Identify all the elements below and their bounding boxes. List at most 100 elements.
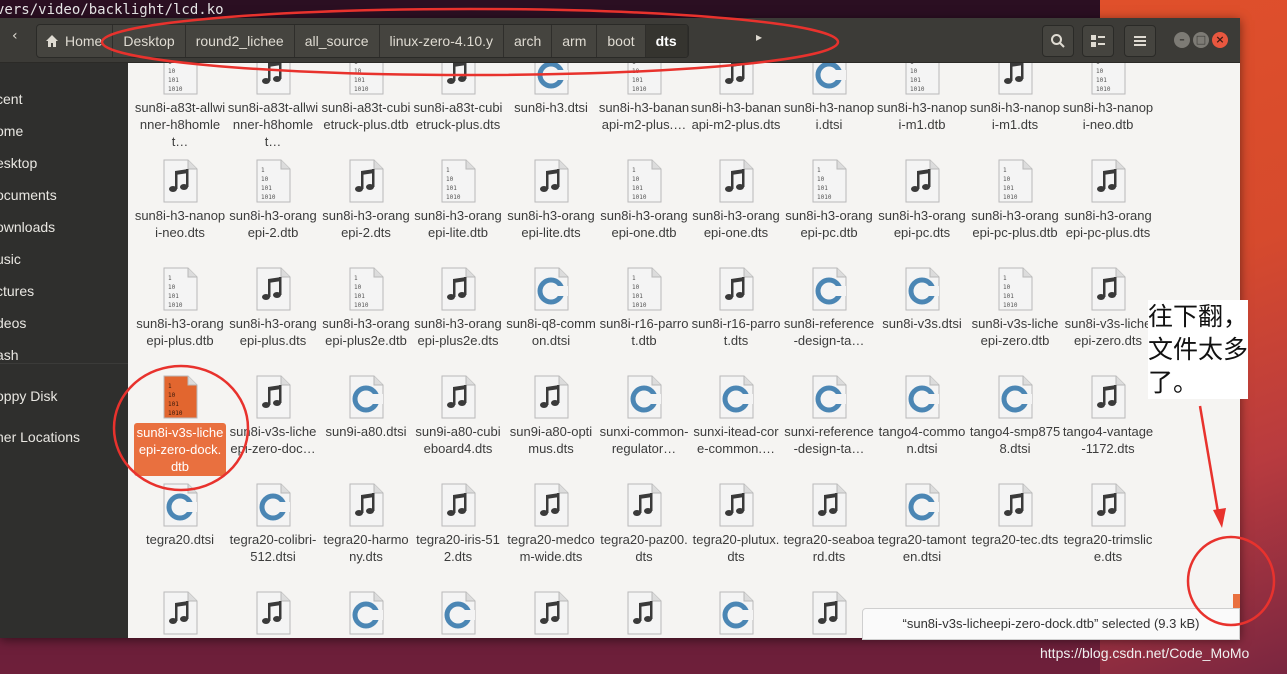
svg-text:1: 1 xyxy=(168,63,172,66)
search-button[interactable] xyxy=(1042,25,1074,57)
sidebar-item[interactable]: ownloads xyxy=(0,219,55,235)
file-item[interactable]: sun8i-r16-parrot.dts xyxy=(690,267,782,349)
sidebar-item[interactable]: ctures xyxy=(0,283,34,299)
file-item[interactable]: sun9i-a80-optimus.dts xyxy=(505,375,597,457)
sidebar-item[interactable]: cent xyxy=(0,91,22,107)
file-item[interactable]: 1 10 101 1010 sun8i-h3-orangepi-pc.dtb xyxy=(783,159,875,241)
menu-button[interactable] xyxy=(1124,25,1156,57)
file-item[interactable]: 1 10 101 1010 sun8i-h3-orangepi-plus.dtb xyxy=(134,267,226,349)
file-item[interactable]: sun8i-h3-nanopi-neo.dts xyxy=(134,159,226,241)
file-item[interactable]: sun8i-h3-orangepi-plus2e.dts xyxy=(412,267,504,349)
file-item[interactable]: sun8i-h3-orangepi-one.dts xyxy=(690,159,782,241)
file-item[interactable]: 1 10 101 1010 sun8i-v3s-licheepi-zero-dock.d… xyxy=(134,375,226,476)
file-item[interactable] xyxy=(690,591,782,638)
file-item[interactable]: tegra20-tamonten.dtsi xyxy=(876,483,968,565)
path-forward-chevron-icon[interactable]: ▸ xyxy=(756,30,762,44)
file-item[interactable]: sun8i-h3-orangepi-2.dts xyxy=(320,159,412,241)
file-item[interactable]: 1 10 101 1010 sun8i-a83t-allwinner-h8homlet… xyxy=(134,63,226,150)
minimize-button[interactable]: – xyxy=(1174,32,1190,48)
file-item[interactable]: tegra20-colibri-512.dtsi xyxy=(227,483,319,565)
file-item[interactable]: sun8i-h3-orangepi-pc-plus.dts xyxy=(1062,159,1154,241)
file-item[interactable]: 1 10 101 1010 sun8i-a83t-cubietruck-plus.dtb xyxy=(320,63,412,133)
file-item[interactable]: sun8i-h3-nanopi-m1.dts xyxy=(969,63,1061,133)
sidebar-item[interactable]: her Locations xyxy=(0,429,80,445)
file-item[interactable] xyxy=(505,591,597,638)
file-item[interactable]: sunxi-itead-core-common.… xyxy=(690,375,782,457)
breadcrumb-item[interactable]: Home xyxy=(37,25,114,57)
close-button[interactable]: × xyxy=(1212,32,1228,48)
file-item[interactable]: sun8i-h3-orangepi-lite.dts xyxy=(505,159,597,241)
file-item[interactable]: tegra20.dtsi xyxy=(134,483,226,548)
music-note-file-icon xyxy=(716,159,756,203)
sidebar-item[interactable]: deos xyxy=(0,315,26,331)
breadcrumb-item[interactable]: dts xyxy=(645,25,688,57)
file-item[interactable] xyxy=(227,591,319,638)
file-item[interactable]: 1 10 101 1010 sun8i-h3-orangepi-lite.dtb xyxy=(412,159,504,241)
breadcrumb-item[interactable]: round2_lichee xyxy=(186,25,295,57)
svg-text:10: 10 xyxy=(1096,68,1104,75)
file-item[interactable]: tegra20-seaboard.dts xyxy=(783,483,875,565)
file-item[interactable]: sun8i-q8-common.dtsi xyxy=(505,267,597,349)
file-item[interactable]: 1 10 101 1010 sun8i-h3-nanopi-neo.dtb xyxy=(1062,63,1154,133)
file-item[interactable]: sun8i-reference-design-ta… xyxy=(783,267,875,349)
file-item[interactable]: sun8i-h3-bananapi-m2-plus.dts xyxy=(690,63,782,133)
file-item[interactable]: tegra20-plutux.dts xyxy=(690,483,782,565)
breadcrumb-item[interactable]: boot xyxy=(597,25,646,57)
file-item[interactable]: tegra20-harmony.dts xyxy=(320,483,412,565)
file-item[interactable]: sun8i-h3-orangepi-plus.dts xyxy=(227,267,319,349)
file-name: tegra20-trimslice.dts xyxy=(1063,532,1153,564)
file-item[interactable]: sun8i-a83t-allwinner-h8homlet… xyxy=(227,63,319,150)
file-item[interactable]: sun8i-h3-nanopi.dtsi xyxy=(783,63,875,133)
breadcrumb-item[interactable]: arch xyxy=(504,25,553,57)
file-item[interactable]: sun8i-h3.dtsi xyxy=(505,63,597,116)
file-item[interactable]: sun8i-v3s-licheepi-zero-doc… xyxy=(227,375,319,457)
sidebar-item[interactable]: esktop xyxy=(0,155,37,171)
file-item[interactable]: 1 10 101 1010 sun8i-v3s-licheepi-zero.dtb xyxy=(969,267,1061,349)
file-name: sun8i-a83t-cubietruck-plus.dtb xyxy=(321,100,411,132)
file-item[interactable]: sun8i-v3s-licheepi-zero.dts xyxy=(1062,267,1154,349)
file-item[interactable]: sun9i-a80.dtsi xyxy=(320,375,412,440)
file-item[interactable] xyxy=(598,591,690,638)
file-item[interactable]: sun8i-v3s.dtsi xyxy=(876,267,968,332)
file-item[interactable]: 1 10 101 1010 sun8i-h3-bananapi-m2-plus.… xyxy=(598,63,690,133)
file-item[interactable]: sun8i-h3-orangepi-pc.dts xyxy=(876,159,968,241)
breadcrumb-item[interactable]: arm xyxy=(552,25,598,57)
breadcrumb-label: all_source xyxy=(304,33,369,49)
file-item[interactable]: tango4-smp8758.dtsi xyxy=(969,375,1061,457)
file-name: tegra20.dtsi xyxy=(146,532,214,547)
sidebar-item[interactable]: ash xyxy=(0,347,19,363)
breadcrumb-item[interactable]: Desktop xyxy=(113,25,186,57)
file-item[interactable]: tango4-vantage-1172.dts xyxy=(1062,375,1154,457)
file-item[interactable] xyxy=(412,591,504,638)
sidebar-item[interactable]: usic xyxy=(0,251,21,267)
file-item[interactable]: 1 10 101 1010 sun8i-r16-parrot.dtb xyxy=(598,267,690,349)
file-item[interactable]: tango4-common.dtsi xyxy=(876,375,968,457)
svg-text:1010: 1010 xyxy=(632,86,647,93)
file-item[interactable]: tegra20-tec.dts xyxy=(969,483,1061,548)
file-item[interactable]: 1 10 101 1010 sun8i-h3-orangepi-plus2e.dtb xyxy=(320,267,412,349)
file-item[interactable]: 1 10 101 1010 sun8i-h3-orangepi-pc-plus.dtb xyxy=(969,159,1061,241)
file-item[interactable]: sun8i-a83t-cubietruck-plus.dts xyxy=(412,63,504,133)
list-view-icon xyxy=(1091,35,1105,47)
file-item[interactable] xyxy=(320,591,412,638)
file-item[interactable]: tegra20-paz00.dts xyxy=(598,483,690,565)
breadcrumb-item[interactable]: linux-zero-4.10.y xyxy=(380,25,505,57)
file-item[interactable]: tegra20-medcom-wide.dts xyxy=(505,483,597,565)
file-item[interactable]: sun9i-a80-cubieboard4.dts xyxy=(412,375,504,457)
file-item[interactable]: sunxi-common-regulator… xyxy=(598,375,690,457)
file-item[interactable]: tegra20-iris-512.dts xyxy=(412,483,504,565)
file-item[interactable]: tegra20-trimslice.dts xyxy=(1062,483,1154,565)
file-item[interactable] xyxy=(134,591,226,638)
file-item[interactable]: sunxi-reference-design-ta… xyxy=(783,375,875,457)
sidebar-item[interactable]: ocuments xyxy=(0,187,57,203)
back-chevron-icon[interactable]: ‹ xyxy=(12,28,18,44)
file-item[interactable]: 1 10 101 1010 sun8i-h3-orangepi-one.dtb xyxy=(598,159,690,241)
view-toggle-button[interactable] xyxy=(1082,25,1114,57)
sidebar-item[interactable]: oppy Disk xyxy=(0,388,57,404)
file-item[interactable]: 1 10 101 1010 sun8i-h3-nanopi-m1.dtb xyxy=(876,63,968,133)
sidebar-item[interactable]: ome xyxy=(0,123,23,139)
file-item[interactable]: 1 10 101 1010 sun8i-h3-orangepi-2.dtb xyxy=(227,159,319,241)
maximize-button[interactable]: □ xyxy=(1193,32,1209,48)
file-name: sun8i-h3-orangepi-2.dtb xyxy=(229,208,317,240)
breadcrumb-item[interactable]: all_source xyxy=(295,25,380,57)
